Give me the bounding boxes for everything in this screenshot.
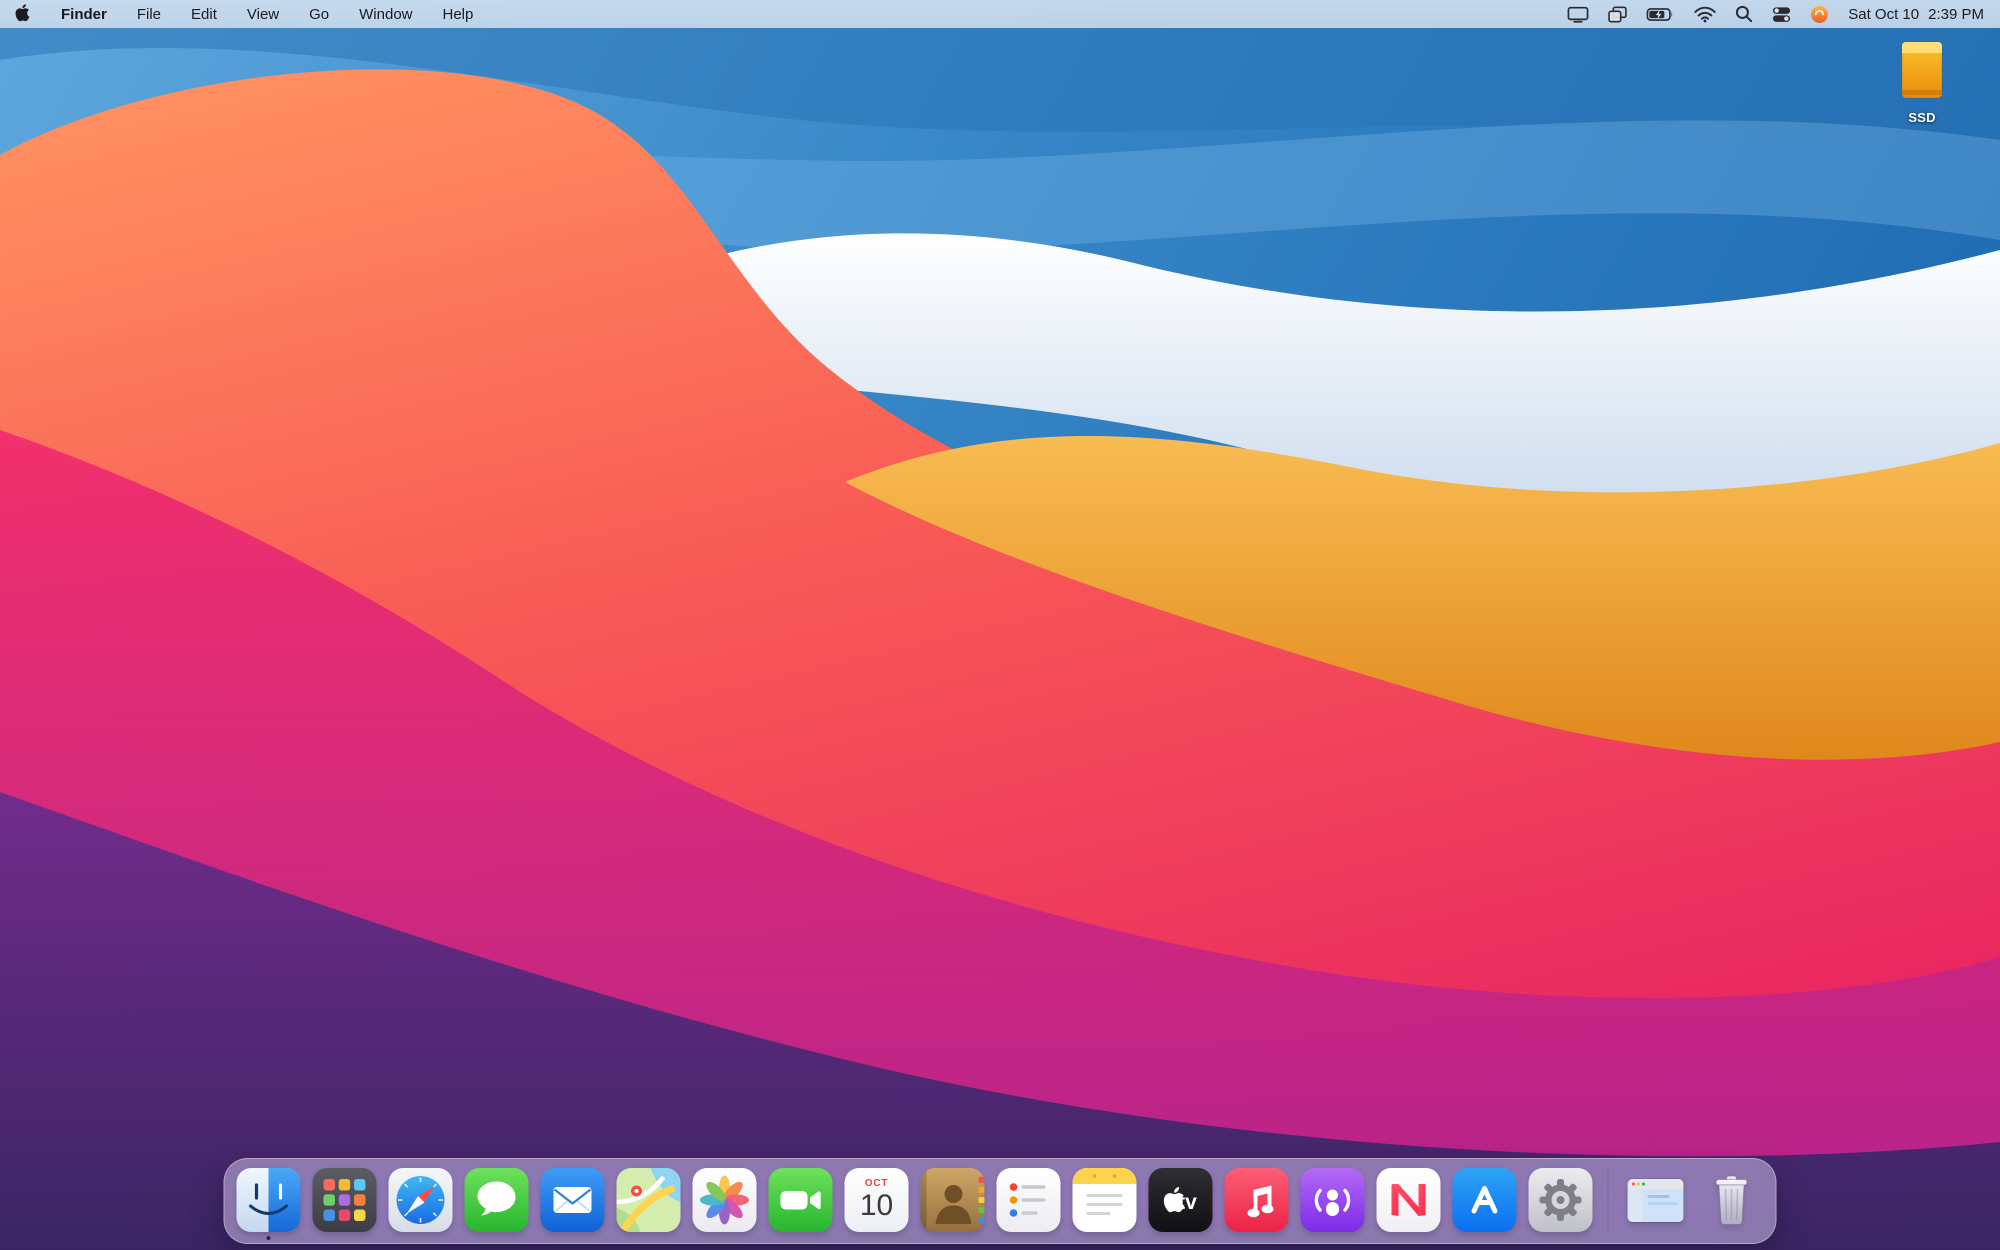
menu-time: 2:39 PM xyxy=(1928,6,1984,23)
menu-file[interactable]: File xyxy=(137,6,161,23)
calendar-day: 10 xyxy=(860,1189,893,1222)
messages-icon xyxy=(465,1168,529,1232)
contacts-icon xyxy=(921,1168,985,1232)
apple-tv-icon: tv xyxy=(1149,1168,1213,1232)
minimized-window-thumbnail xyxy=(1624,1168,1688,1232)
dock-item-minimized-window[interactable] xyxy=(1624,1168,1688,1232)
menu-bar: Finder File Edit View Go Window Help xyxy=(0,0,2000,28)
dock: OCT 10 xyxy=(224,1158,1777,1244)
external-drive-icon xyxy=(1894,40,1950,107)
dock-item-app-store[interactable] xyxy=(1453,1168,1517,1232)
calendar-month: OCT xyxy=(865,1178,889,1189)
menu-help[interactable]: Help xyxy=(443,6,474,23)
running-indicator xyxy=(267,1236,271,1240)
mail-icon xyxy=(541,1168,605,1232)
menu-clock[interactable]: Sat Oct 10 2:39 PM xyxy=(1848,6,1984,23)
dock-item-calendar[interactable]: OCT 10 xyxy=(845,1168,909,1232)
desktop-icon-ssd[interactable]: SSD xyxy=(1886,40,1958,125)
windows-icon[interactable] xyxy=(1608,6,1627,23)
calendar-icon: OCT 10 xyxy=(845,1168,909,1232)
dock-item-photos[interactable] xyxy=(693,1168,757,1232)
dock-item-system-preferences[interactable] xyxy=(1529,1168,1593,1232)
apple-menu[interactable] xyxy=(14,2,31,26)
dock-item-music[interactable] xyxy=(1225,1168,1289,1232)
menubar-app-icon[interactable] xyxy=(1810,5,1829,24)
facetime-icon xyxy=(769,1168,833,1232)
dock-item-reminders[interactable] xyxy=(997,1168,1061,1232)
maps-icon xyxy=(617,1168,681,1232)
dock-item-messages[interactable] xyxy=(465,1168,529,1232)
control-center-icon[interactable] xyxy=(1772,5,1791,24)
dock-item-maps[interactable] xyxy=(617,1168,681,1232)
menu-edit[interactable]: Edit xyxy=(191,6,217,23)
dock-item-finder[interactable] xyxy=(237,1168,301,1232)
dock-item-safari[interactable] xyxy=(389,1168,453,1232)
dock-item-launchpad[interactable] xyxy=(313,1168,377,1232)
dock-item-news[interactable] xyxy=(1377,1168,1441,1232)
tv-label: tv xyxy=(1178,1191,1197,1214)
display-icon[interactable] xyxy=(1567,6,1589,23)
dock-separator xyxy=(1608,1170,1609,1230)
app-menu-finder[interactable]: Finder xyxy=(61,6,107,23)
dock-item-trash[interactable] xyxy=(1700,1168,1764,1232)
launchpad-icon xyxy=(313,1168,377,1232)
podcasts-icon xyxy=(1301,1168,1365,1232)
menu-date: Sat Oct 10 xyxy=(1848,6,1919,23)
photos-icon xyxy=(693,1168,757,1232)
dock-item-tv[interactable]: tv xyxy=(1149,1168,1213,1232)
notes-icon xyxy=(1073,1168,1137,1232)
macos-desktop: Finder File Edit View Go Window Help xyxy=(0,0,2000,1250)
system-preferences-icon xyxy=(1529,1168,1593,1232)
music-icon xyxy=(1225,1168,1289,1232)
dock-item-facetime[interactable] xyxy=(769,1168,833,1232)
wifi-icon[interactable] xyxy=(1694,6,1716,23)
spotlight-search-icon[interactable] xyxy=(1735,5,1753,23)
menu-go[interactable]: Go xyxy=(309,6,329,23)
finder-icon xyxy=(237,1168,301,1232)
dock-item-contacts[interactable] xyxy=(921,1168,985,1232)
drive-label: SSD xyxy=(1908,110,1935,125)
menu-bar-status: Sat Oct 10 2:39 PM xyxy=(1567,5,1984,24)
menu-view[interactable]: View xyxy=(247,6,279,23)
safari-icon xyxy=(389,1168,453,1232)
menu-window[interactable]: Window xyxy=(359,6,412,23)
news-icon xyxy=(1377,1168,1441,1232)
wallpaper-image xyxy=(0,0,2000,1250)
dock-item-notes[interactable] xyxy=(1073,1168,1137,1232)
dock-item-mail[interactable] xyxy=(541,1168,605,1232)
apple-logo-icon xyxy=(14,2,31,26)
app-store-icon xyxy=(1453,1168,1517,1232)
dock-item-podcasts[interactable] xyxy=(1301,1168,1365,1232)
menu-bar-left: Finder File Edit View Go Window Help xyxy=(14,2,473,26)
reminders-icon xyxy=(997,1168,1061,1232)
battery-charging-icon[interactable] xyxy=(1646,7,1675,22)
trash-icon xyxy=(1700,1168,1764,1232)
